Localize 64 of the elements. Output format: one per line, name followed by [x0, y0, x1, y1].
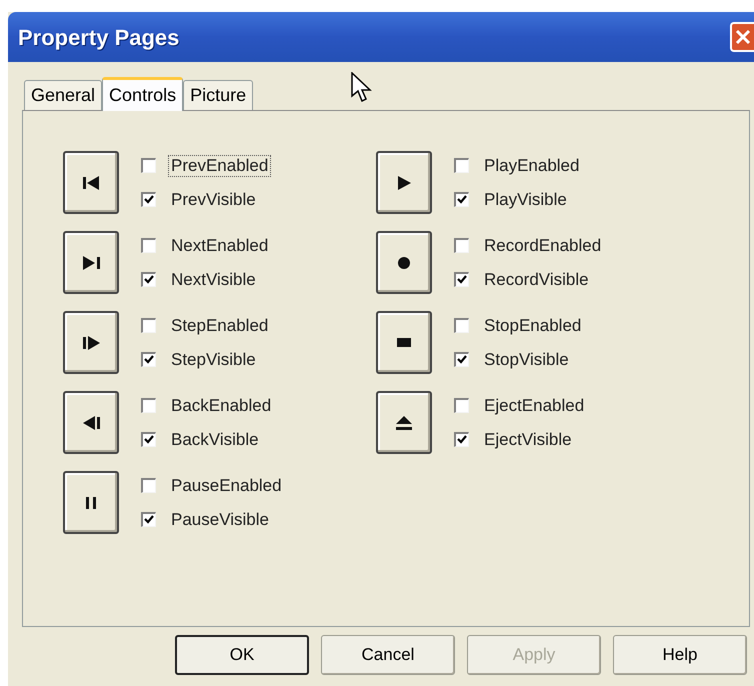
checkbox[interactable]: [141, 352, 156, 367]
media-button[interactable]: [376, 151, 432, 214]
checkbox[interactable]: [454, 352, 469, 367]
checkbox-label: EjectEnabled: [483, 394, 586, 416]
play-icon: [398, 176, 410, 190]
checkbox-label: PrevVisible: [170, 188, 257, 210]
checkbox-label: PauseVisible: [170, 508, 270, 530]
skip-forward-icon: [82, 256, 100, 270]
dialog-button[interactable]: Cancel: [321, 635, 455, 675]
checkbox-label: BackVisible: [170, 428, 260, 450]
checkbox-label: PlayEnabled: [483, 154, 580, 176]
checkbox-label: StepEnabled: [170, 314, 270, 336]
checkbox[interactable]: [141, 238, 156, 253]
media-button[interactable]: [63, 391, 119, 454]
step-back-icon: [82, 416, 100, 430]
checkbox[interactable]: [141, 398, 156, 413]
media-button[interactable]: [63, 231, 119, 294]
checkbox-label: PauseEnabled: [170, 474, 283, 496]
pointer-icon: [351, 72, 373, 104]
checkbox[interactable]: [454, 272, 469, 287]
checkbox[interactable]: [141, 272, 156, 287]
checkbox-label: BackEnabled: [170, 394, 272, 416]
checkbox[interactable]: [454, 318, 469, 333]
checkbox[interactable]: [141, 512, 156, 527]
record-icon: [398, 256, 410, 268]
media-button[interactable]: [376, 311, 432, 374]
media-button[interactable]: [63, 151, 119, 214]
media-button[interactable]: [63, 471, 119, 534]
checkbox[interactable]: [454, 432, 469, 447]
checkbox[interactable]: [454, 158, 469, 173]
checkbox[interactable]: [141, 318, 156, 333]
checkbox-label: PlayVisible: [483, 188, 568, 210]
checkbox[interactable]: [141, 192, 156, 207]
checkbox[interactable]: [141, 478, 156, 493]
media-button[interactable]: [376, 231, 432, 294]
checkbox-label: RecordEnabled: [483, 234, 602, 256]
checkbox-label: StepVisible: [170, 348, 257, 370]
pause-icon: [86, 496, 96, 508]
checkbox[interactable]: [454, 398, 469, 413]
close-button[interactable]: [730, 22, 754, 52]
checkbox[interactable]: [141, 432, 156, 447]
window-title: Property Pages: [18, 24, 180, 52]
checkbox-label: PrevEnabled: [168, 154, 272, 176]
media-button[interactable]: [376, 391, 432, 454]
close-icon: [735, 29, 751, 45]
checkbox-label: NextEnabled: [170, 234, 270, 256]
media-button[interactable]: [63, 311, 119, 374]
tab[interactable]: General: [24, 80, 102, 110]
stop-icon: [397, 338, 411, 347]
checkbox[interactable]: [454, 238, 469, 253]
tab[interactable]: Controls: [102, 77, 184, 111]
checkbox[interactable]: [141, 158, 156, 173]
checkbox-label: StopVisible: [483, 348, 570, 370]
skip-back-icon: [83, 176, 99, 190]
checkbox-label: NextVisible: [170, 268, 257, 290]
step-forward-icon: [82, 336, 100, 350]
checkbox[interactable]: [454, 192, 469, 207]
dialog-button[interactable]: OK: [175, 635, 309, 675]
tab[interactable]: Picture: [183, 80, 254, 110]
dialog-button[interactable]: Help: [613, 635, 747, 675]
checkbox-label: RecordVisible: [483, 268, 590, 290]
checkbox-label: EjectVisible: [483, 428, 573, 450]
eject-icon: [396, 416, 412, 430]
checkbox-label: StopEnabled: [483, 314, 582, 336]
